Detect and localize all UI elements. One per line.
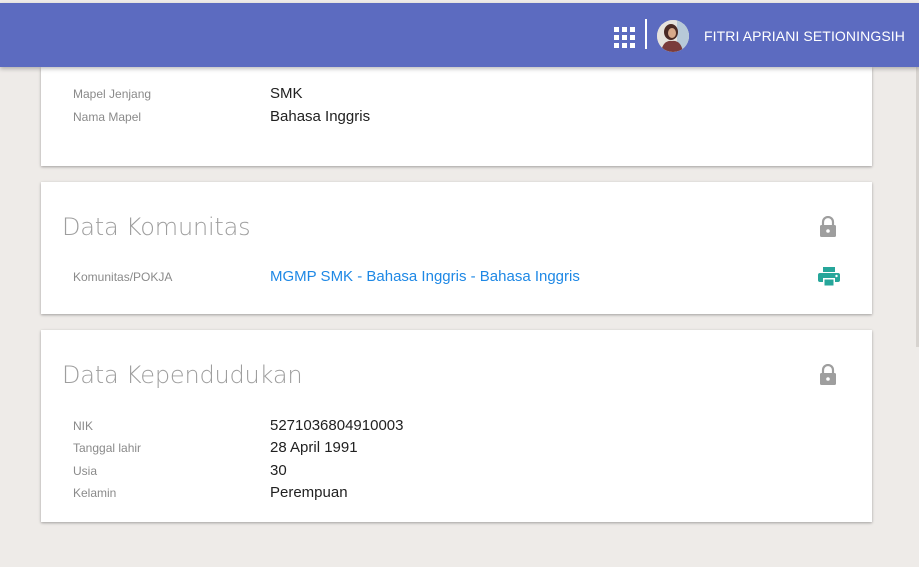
tanggal-lahir-label: Tanggal lahir [73, 441, 142, 455]
kependudukan-card: Data Kependudukan NIK 5271036804910003 T… [41, 330, 872, 522]
nama-mapel-value: Bahasa Inggris [270, 108, 371, 125]
print-icon[interactable] [818, 267, 840, 287]
avatar[interactable] [657, 20, 689, 52]
username[interactable]: FITRI APRIANI SETIONINGSIH [704, 28, 905, 44]
apps-grid-icon[interactable] [614, 27, 635, 48]
nik-value: 5271036804910003 [270, 417, 404, 434]
tanggal-lahir-value: 28 April 1991 [270, 439, 358, 456]
lock-icon[interactable] [819, 364, 837, 385]
avatar-photo [657, 20, 689, 52]
kelamin-value: Perempuan [270, 484, 348, 501]
mapel-jenjang-label: Mapel Jenjang [73, 87, 152, 101]
mapel-jenjang-value: SMK [270, 85, 303, 102]
top-app-bar: FITRI APRIANI SETIONINGSIH [0, 3, 919, 67]
usia-value: 30 [270, 462, 287, 479]
nama-mapel-label: Nama Mapel [73, 110, 142, 124]
komunitas-label: Komunitas/POKJA [73, 270, 173, 284]
lock-icon[interactable] [819, 216, 837, 237]
card-title: Data Kependudukan [62, 361, 303, 389]
mapel-card: Mapel Jenjang SMK Nama Mapel Bahasa Ingg… [41, 67, 872, 166]
kelamin-label: Kelamin [73, 486, 117, 500]
card-title: Data Komunitas [62, 213, 251, 241]
nik-label: NIK [73, 419, 94, 433]
usia-label: Usia [73, 464, 98, 478]
komunitas-link[interactable]: MGMP SMK - Bahasa Inggris - Bahasa Inggr… [270, 268, 580, 285]
topbar-divider [645, 19, 647, 49]
komunitas-card: Data Komunitas Komunitas/POKJA MGMP SMK … [41, 182, 872, 314]
